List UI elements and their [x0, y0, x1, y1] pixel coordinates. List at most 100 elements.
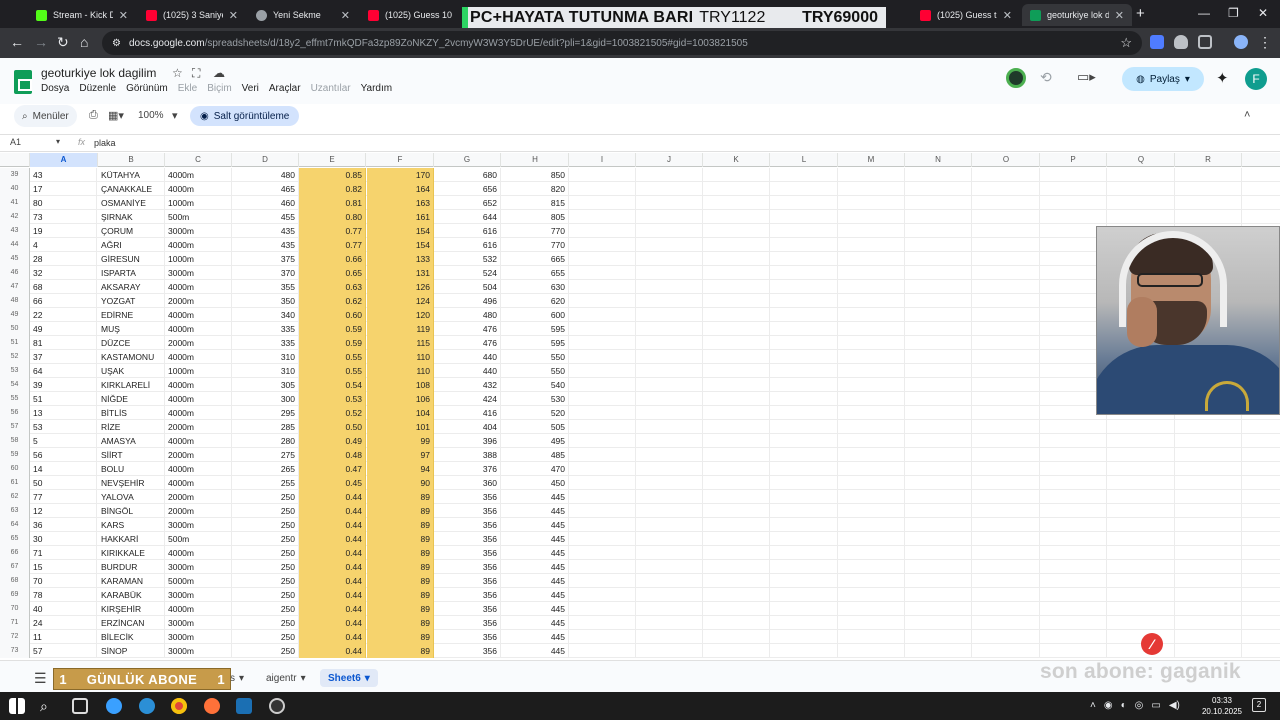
column-header-m[interactable]: M [838, 153, 905, 167]
empty-cell[interactable] [1040, 448, 1107, 462]
cell-c[interactable]: 4000m [165, 168, 232, 182]
back-icon[interactable]: ← [10, 34, 24, 50]
cell-e[interactable]: 0.52 [299, 406, 366, 420]
cell-g[interactable]: 532 [434, 252, 501, 266]
cell-f[interactable]: 154 [367, 224, 434, 238]
empty-cell[interactable] [838, 630, 905, 644]
cell-f[interactable]: 104 [367, 406, 434, 420]
empty-cell[interactable] [838, 280, 905, 294]
cell-a[interactable]: 40 [30, 602, 97, 616]
cell-b[interactable]: ÇORUM [98, 224, 165, 238]
cell-b[interactable]: BİLECİK [98, 630, 165, 644]
empty-cell[interactable] [1175, 462, 1242, 476]
cell-a[interactable]: 30 [30, 532, 97, 546]
empty-cell[interactable] [636, 616, 703, 630]
cell-e[interactable]: 0.77 [299, 224, 366, 238]
cell-b[interactable]: KÜTAHYA [98, 168, 165, 182]
cell-b[interactable]: KARAMAN [98, 574, 165, 588]
empty-cell[interactable] [1108, 490, 1175, 504]
cell-f[interactable]: 94 [367, 462, 434, 476]
name-box[interactable]: A1 [10, 137, 21, 147]
cell-d[interactable]: 375 [232, 252, 299, 266]
empty-cell[interactable] [838, 406, 905, 420]
cell-c[interactable]: 4000m [165, 546, 232, 560]
collapse-chevron-icon[interactable]: ˄ [1244, 109, 1250, 121]
empty-cell[interactable] [636, 168, 703, 182]
empty-cell[interactable] [838, 322, 905, 336]
empty-cell[interactable] [569, 168, 636, 182]
cell-e[interactable]: 0.55 [299, 364, 366, 378]
menus-search-button[interactable]: ⌕ Menüler [14, 105, 77, 127]
task-view-icon[interactable] [72, 698, 88, 714]
empty-cell[interactable] [569, 616, 636, 630]
cell-g[interactable]: 652 [434, 196, 501, 210]
empty-cell[interactable] [1108, 602, 1175, 616]
cell-a[interactable]: 28 [30, 252, 97, 266]
cell-f[interactable]: 119 [367, 322, 434, 336]
empty-cell[interactable] [973, 518, 1040, 532]
empty-cell[interactable] [838, 462, 905, 476]
empty-cell[interactable] [771, 280, 838, 294]
notification-badge[interactable]: 2 [1252, 698, 1266, 712]
row-header[interactable]: 51 [0, 336, 30, 350]
empty-cell[interactable] [771, 266, 838, 280]
cell-a[interactable]: 39 [30, 378, 97, 392]
cell-g[interactable]: 356 [434, 490, 501, 504]
empty-cell[interactable] [703, 574, 770, 588]
empty-cell[interactable] [1175, 630, 1242, 644]
cell-e[interactable]: 0.85 [299, 168, 366, 182]
cell-a[interactable]: 17 [30, 182, 97, 196]
cell-d[interactable]: 295 [232, 406, 299, 420]
cell-b[interactable]: NEVŞEHİR [98, 476, 165, 490]
empty-cell[interactable] [771, 378, 838, 392]
empty-cell[interactable] [973, 336, 1040, 350]
menu-data[interactable]: Veri [242, 83, 259, 94]
empty-cell[interactable] [569, 406, 636, 420]
cell-g[interactable]: 524 [434, 266, 501, 280]
empty-cell[interactable] [703, 616, 770, 630]
cell-g[interactable]: 388 [434, 448, 501, 462]
empty-cell[interactable] [636, 420, 703, 434]
empty-cell[interactable] [1040, 532, 1107, 546]
empty-cell[interactable] [569, 518, 636, 532]
cell-f[interactable]: 170 [367, 168, 434, 182]
cell-f[interactable]: 89 [367, 602, 434, 616]
cell-d[interactable]: 250 [232, 588, 299, 602]
cell-e[interactable]: 0.60 [299, 308, 366, 322]
empty-cell[interactable] [771, 644, 838, 658]
column-header-a[interactable]: A [30, 153, 98, 167]
empty-cell[interactable] [569, 252, 636, 266]
cell-a[interactable]: 43 [30, 168, 97, 182]
cell-f[interactable]: 126 [367, 280, 434, 294]
site-info-icon[interactable]: ⚙ [112, 38, 121, 49]
empty-cell[interactable] [1108, 462, 1175, 476]
cell-f[interactable]: 120 [367, 308, 434, 322]
cell-c[interactable]: 4000m [165, 406, 232, 420]
empty-cell[interactable] [569, 630, 636, 644]
empty-cell[interactable] [1040, 644, 1107, 658]
empty-cell[interactable] [905, 476, 972, 490]
cell-a[interactable]: 81 [30, 336, 97, 350]
empty-cell[interactable] [973, 364, 1040, 378]
menu-help[interactable]: Yardım [361, 83, 393, 94]
empty-cell[interactable] [973, 280, 1040, 294]
empty-cell[interactable] [1175, 182, 1242, 196]
empty-cell[interactable] [838, 616, 905, 630]
empty-cell[interactable] [838, 490, 905, 504]
cell-b[interactable]: HAKKARİ [98, 532, 165, 546]
empty-cell[interactable] [973, 560, 1040, 574]
empty-cell[interactable] [905, 224, 972, 238]
empty-cell[interactable] [1175, 434, 1242, 448]
cell-h[interactable]: 540 [502, 378, 569, 392]
row-header[interactable]: 53 [0, 364, 30, 378]
cell-g[interactable]: 424 [434, 392, 501, 406]
column-header-f[interactable]: F [367, 153, 434, 167]
cell-f[interactable]: 89 [367, 588, 434, 602]
cell-f[interactable]: 89 [367, 490, 434, 504]
cell-d[interactable]: 255 [232, 476, 299, 490]
cell-h[interactable]: 520 [502, 406, 569, 420]
cell-a[interactable]: 73 [30, 210, 97, 224]
menu-format[interactable]: Biçim [207, 83, 231, 94]
cell-h[interactable]: 445 [502, 644, 569, 658]
cell-a[interactable]: 80 [30, 196, 97, 210]
